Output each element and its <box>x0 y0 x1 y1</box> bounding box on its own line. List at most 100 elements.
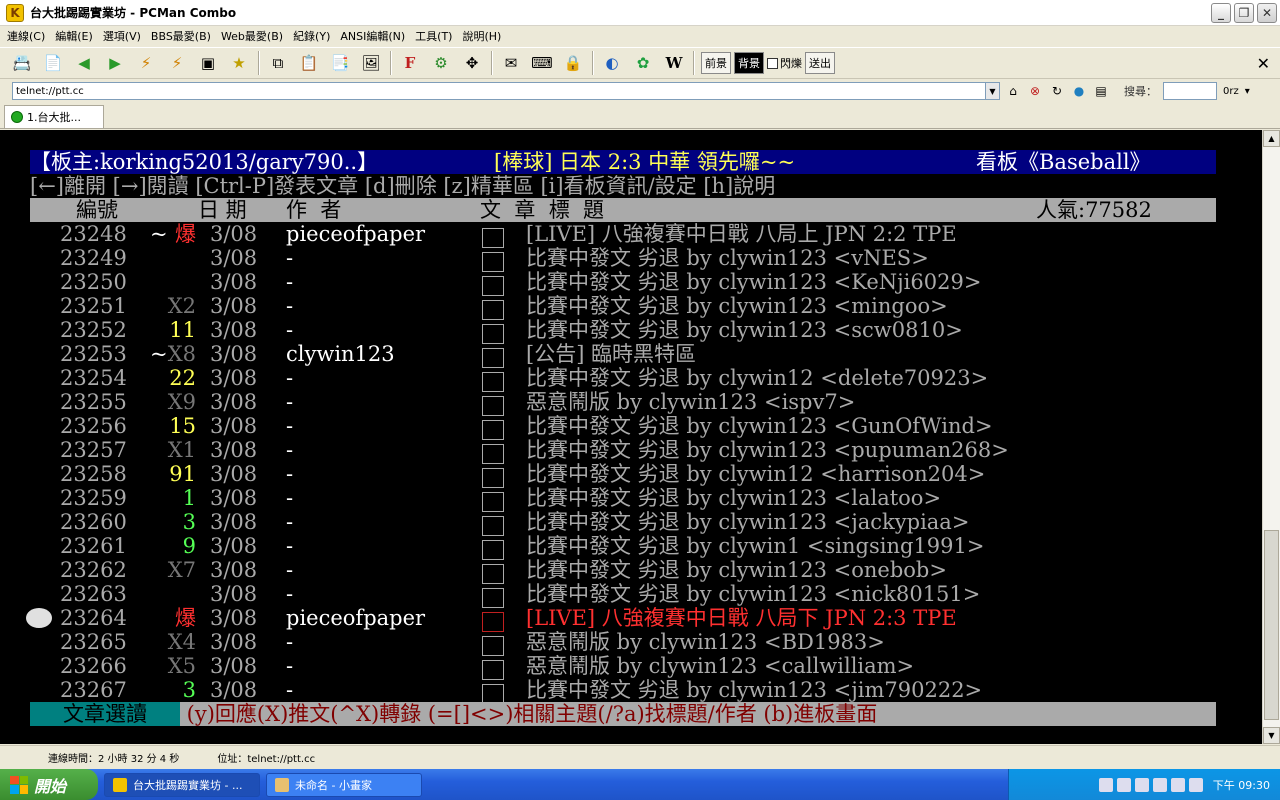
lock-icon[interactable]: 🔒 <box>561 51 585 75</box>
toolbar-separator <box>491 51 493 75</box>
send-mail-icon[interactable]: ✉ <box>499 51 523 75</box>
menu-tools[interactable]: 工具(T) <box>412 28 459 44</box>
ime-icon[interactable] <box>1098 777 1113 792</box>
stop-icon[interactable]: ⊗ <box>1026 82 1044 100</box>
home-icon[interactable]: ⌂ <box>1004 82 1022 100</box>
task-paint[interactable]: 未命名 - 小畫家 <box>266 772 422 797</box>
post-row[interactable]: 23261 9 3/08 - 比賽中發文 劣退 by clywin1 <singsing… <box>30 534 1216 560</box>
post-row[interactable]: 23249 3/08 - 比賽中發文 劣退 by clywin123 <vNES> <box>30 246 1216 272</box>
menu-ansi-edit[interactable]: ANSI編輯(N) <box>337 28 412 44</box>
post-author: clywin123 <box>286 342 395 366</box>
address-dropdown-icon[interactable]: ▼ <box>986 82 1000 100</box>
scroll-thumb[interactable] <box>1264 530 1279 720</box>
post-row[interactable]: 23262 X7 3/08 - 比賽中發文 劣退 by clywin123 <onebo… <box>30 558 1216 584</box>
post-row[interactable]: 23265 X4 3/08 - 惡意鬧版 by clywin123 <BD1983> <box>30 630 1216 656</box>
terminal-scrollbar[interactable]: ▲ ▼ <box>1262 130 1280 744</box>
post-row[interactable]: 23252 11 3/08 - 比賽中發文 劣退 by clywin123 <scw08… <box>30 318 1216 344</box>
pcman-logo-icon[interactable]: ◐ <box>600 51 624 75</box>
connection-time: 連線時間：2 小時 32 分 4 秒 <box>48 754 180 765</box>
back-arrow-icon[interactable]: ◀ <box>72 51 96 75</box>
flower-icon[interactable]: ✿ <box>631 51 655 75</box>
network-icon[interactable] <box>1152 777 1167 792</box>
font-icon[interactable]: F <box>398 51 422 75</box>
reconnect-icon[interactable]: ⚡ <box>165 51 189 75</box>
post-row[interactable]: 23254 22 3/08 - 比賽中發文 劣退 by clywin12 <delete… <box>30 366 1216 392</box>
blink-checkbox[interactable]: 閃爍 <box>767 55 802 71</box>
menu-help[interactable]: 說明(H) <box>459 28 508 44</box>
copy-with-color-icon[interactable]: 📑 <box>328 51 352 75</box>
menu-web-favorites[interactable]: Web最愛(B) <box>218 28 290 44</box>
post-row[interactable]: 23258 91 3/08 - 比賽中發文 劣退 by clywin12 <harris… <box>30 462 1216 488</box>
search-input[interactable] <box>1163 82 1217 100</box>
terminal-screen[interactable]: 【板主:korking52013/gary790..】 [棒球] 日本 2:3 … <box>0 130 1262 744</box>
menu-connect[interactable]: 連線(C) <box>4 28 52 44</box>
add-favorite-icon[interactable]: ★ <box>227 51 251 75</box>
search-engine-select[interactable]: 0rz ▾ <box>1223 86 1250 97</box>
box-glyph <box>482 635 504 656</box>
post-row[interactable]: 23259 1 3/08 - 比賽中發文 劣退 by clywin123 <lalato… <box>30 486 1216 512</box>
post-row[interactable]: 23248 ~ 爆 3/08 pieceofpaper [LIVE] 八強複賽中日戰 八局… <box>30 222 1216 248</box>
post-row[interactable]: 23264 爆 3/08 pieceofpaper [LIVE] 八強複賽中日戰 八局下… <box>26 606 1216 632</box>
post-title: 比賽中發文 劣退 by clywin12 <harrison204> <box>526 462 986 486</box>
post-row[interactable]: 23255 X9 3/08 - 惡意鬧版 by clywin123 <ispv7> <box>30 390 1216 416</box>
foreground-color-button[interactable]: 前景 <box>701 52 731 74</box>
security-icon[interactable] <box>1170 777 1185 792</box>
post-row[interactable]: 23267 3 3/08 - 比賽中發文 劣退 by clywin123 <jim790… <box>30 678 1216 704</box>
new-connection-icon[interactable]: 📄 <box>41 51 65 75</box>
print-icon[interactable]: ▤ <box>1092 82 1110 100</box>
scroll-up-icon[interactable]: ▲ <box>1263 130 1280 147</box>
disconnect-icon[interactable]: ⚡ <box>134 51 158 75</box>
start-button[interactable]: 開始 <box>0 769 98 800</box>
post-title: 比賽中發文 劣退 by clywin123 <vNES> <box>526 246 929 270</box>
menu-options[interactable]: 選項(V) <box>100 28 148 44</box>
post-row[interactable]: 23263 3/08 - 比賽中發文 劣退 by clywin123 <nick801… <box>30 582 1216 608</box>
screenshot-icon[interactable]: 🖼 <box>359 51 383 75</box>
post-score: 爆 <box>175 222 196 246</box>
volume-icon[interactable] <box>1134 777 1149 792</box>
post-score: 1 <box>182 486 196 510</box>
refresh-icon[interactable]: ↻ <box>1048 82 1066 100</box>
address-book-icon[interactable]: 📇 <box>10 51 34 75</box>
bluetooth-icon[interactable] <box>1188 777 1203 792</box>
column-number: 編號 <box>76 198 118 222</box>
wikipedia-icon[interactable]: W <box>662 51 686 75</box>
task-pcman[interactable]: 台大批踢踢實業坊 - ... <box>104 772 260 797</box>
post-row[interactable]: 23250 3/08 - 比賽中發文 劣退 by clywin123 <KeNji60… <box>30 270 1216 296</box>
close-toolbar-icon[interactable]: ✕ <box>1257 54 1270 73</box>
close-tab-icon[interactable]: ▣ <box>196 51 220 75</box>
fullscreen-icon[interactable]: ✥ <box>460 51 484 75</box>
send-button[interactable]: 送出 <box>805 52 835 74</box>
box-glyph <box>482 299 504 320</box>
checkbox-box[interactable] <box>767 57 778 69</box>
tab-ptt[interactable]: 1.台大批... <box>4 105 104 128</box>
close-button[interactable]: ✕ <box>1257 2 1277 23</box>
post-number: 23267 <box>60 678 127 702</box>
window-title: 台大批踢踢實業坊 - PCMan Combo <box>30 6 237 20</box>
settings-gear-icon[interactable]: ⚙ <box>429 51 453 75</box>
globe-icon[interactable]: ● <box>1070 82 1088 100</box>
paste-icon[interactable]: 📋 <box>297 51 321 75</box>
post-row[interactable]: 23256 15 3/08 - 比賽中發文 劣退 by clywin123 <GunOf… <box>30 414 1216 440</box>
box-glyph <box>482 395 504 416</box>
post-author: - <box>286 294 294 318</box>
post-row[interactable]: 23257 X1 3/08 - 比賽中發文 劣退 by clywin123 <pupum… <box>30 438 1216 464</box>
minimize-button[interactable]: _ <box>1211 2 1231 23</box>
unread-box-icon <box>482 416 504 440</box>
board-header-row: 【板主:korking52013/gary790..】 [棒球] 日本 2:3 … <box>30 150 1216 174</box>
post-row[interactable]: 23260 3 3/08 - 比賽中發文 劣退 by clywin123 <jackyp… <box>30 510 1216 536</box>
menu-edit[interactable]: 編輯(E) <box>52 28 100 44</box>
address-input[interactable] <box>12 82 986 100</box>
post-row[interactable]: 23251 X2 3/08 - 比賽中發文 劣退 by clywin123 <mingo… <box>30 294 1216 320</box>
post-row[interactable]: 23253 ~ X8 3/08 clywin123 [公告] 臨時黑特區 <box>30 342 1216 368</box>
maximize-button[interactable]: ❐ <box>1234 2 1254 23</box>
copy-icon[interactable]: ⧉ <box>266 51 290 75</box>
post-row[interactable]: 23266 X5 3/08 - 惡意鬧版 by clywin123 <callwilli… <box>30 654 1216 680</box>
ime-mode-icon[interactable] <box>1116 777 1131 792</box>
menu-bbs-favorites[interactable]: BBS最愛(B) <box>148 28 218 44</box>
scroll-down-icon[interactable]: ▼ <box>1263 727 1280 744</box>
unread-box-icon <box>482 680 504 704</box>
forward-arrow-icon[interactable]: ▶ <box>103 51 127 75</box>
anti-idle-icon[interactable]: ⌨ <box>530 51 554 75</box>
background-color-button[interactable]: 背景 <box>734 52 764 74</box>
menu-log[interactable]: 紀錄(Y) <box>290 28 337 44</box>
